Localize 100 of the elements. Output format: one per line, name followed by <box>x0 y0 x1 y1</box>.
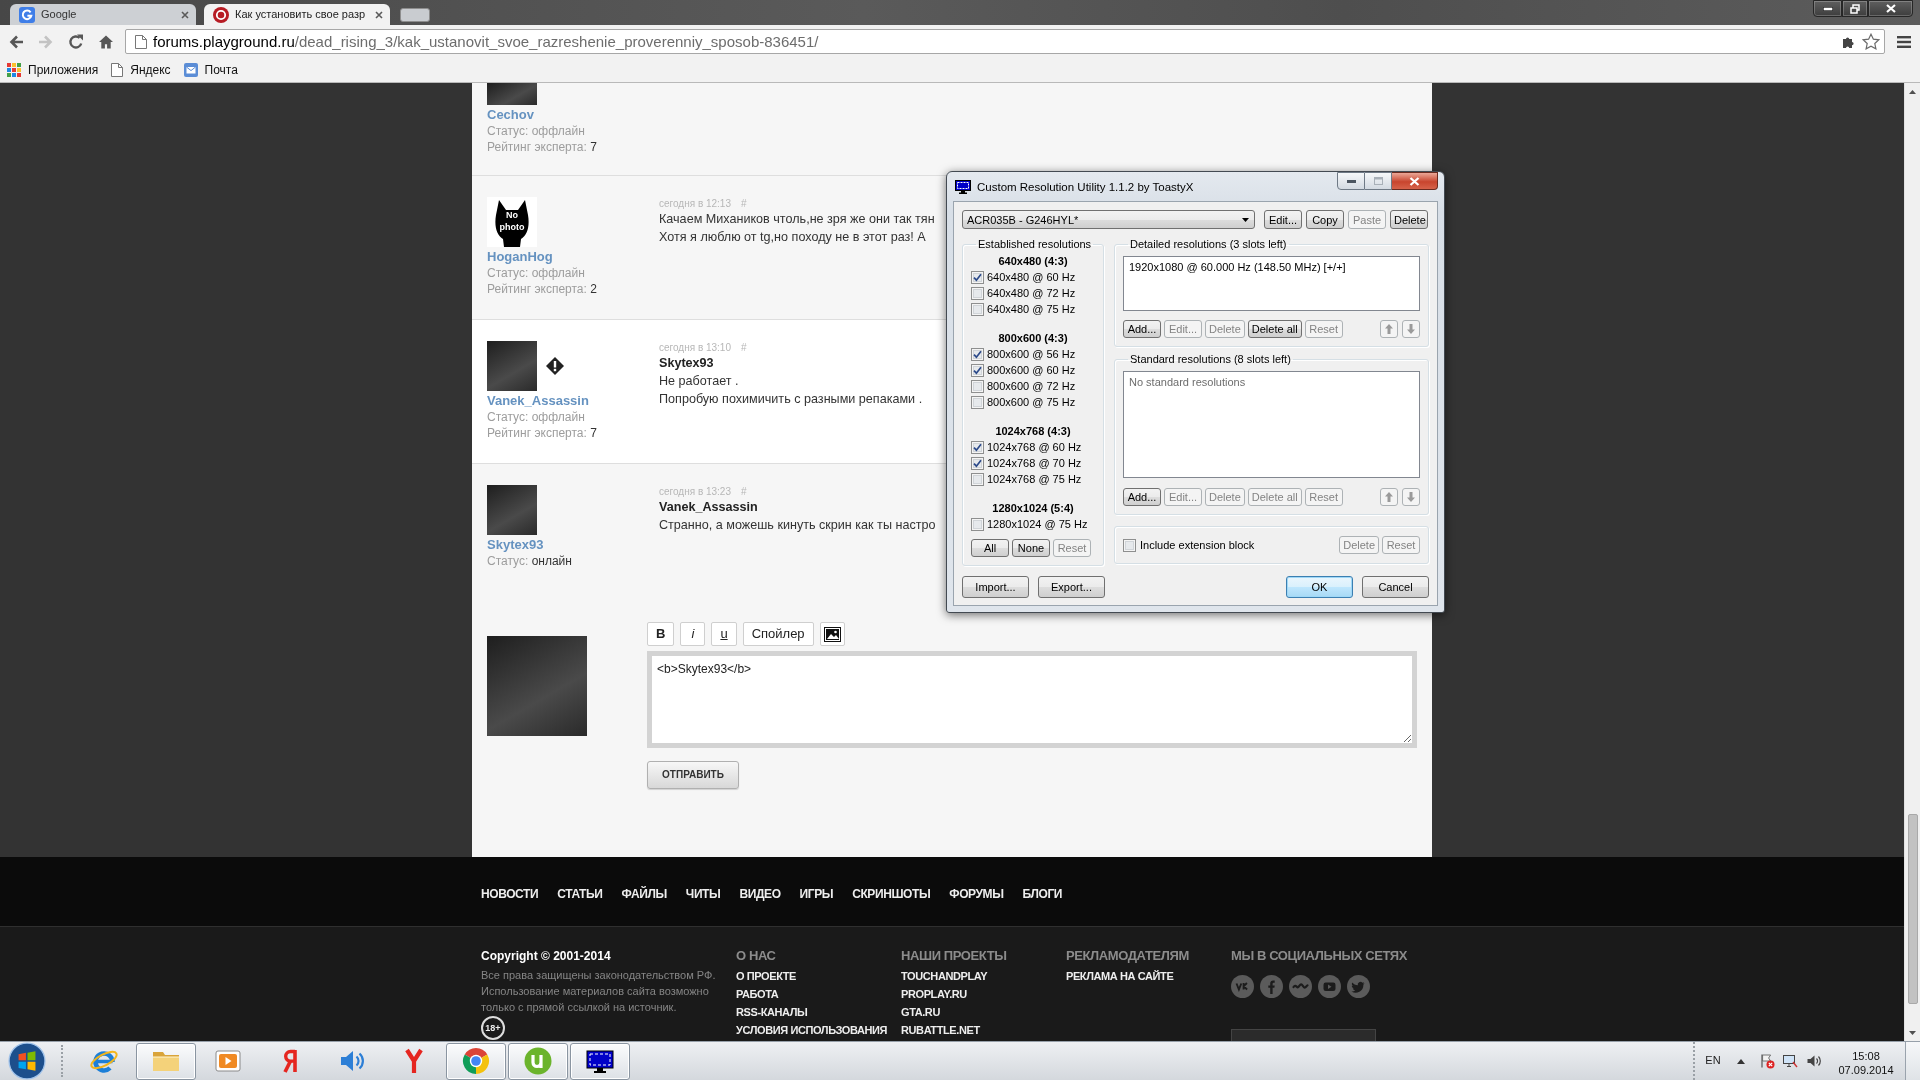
checkbox-label[interactable]: 1280x1024 @ 75 Hz <box>987 516 1088 532</box>
up-arrow-icon[interactable] <box>1737 1058 1745 1064</box>
bookmark-link[interactable]: Приложения <box>4 60 105 80</box>
star-icon[interactable] <box>1862 32 1880 51</box>
insert-image-button[interactable] <box>819 622 845 646</box>
youtube-icon[interactable] <box>1318 975 1341 998</box>
close-icon[interactable] <box>375 10 383 19</box>
close-button[interactable] <box>1868 0 1913 17</box>
puzzle-icon[interactable] <box>1842 34 1856 49</box>
message-input[interactable]: <b>Skytex93</b> <box>647 651 1417 748</box>
checkbox[interactable] <box>971 472 984 486</box>
submit-button[interactable]: ОТПРАВИТЬ <box>647 761 739 789</box>
dialog-button[interactable]: Add... <box>1123 488 1161 506</box>
dialog-button[interactable]: None <box>1012 539 1050 557</box>
address-field[interactable]: forums.playground.ru/dead_rising_3/kak_ustanovit_svoe_razreshenie_proverenniy_sposob-836451/ <box>125 29 1885 54</box>
checkbox[interactable] <box>971 517 984 531</box>
bookmark-link[interactable]: Почта <box>180 60 244 80</box>
language-indicator[interactable]: EN <box>1699 1054 1727 1068</box>
checkbox-label[interactable]: Include extension block <box>1140 537 1255 553</box>
dialog-button[interactable]: Edit... <box>1264 210 1302 229</box>
italic-button[interactable]: i <box>680 622 706 646</box>
close-icon[interactable] <box>181 10 189 19</box>
footer-nav-link[interactable]: ВИДЕО <box>739 886 781 902</box>
maximize-button[interactable] <box>1365 172 1392 190</box>
toolbar-button[interactable]: Спойлер <box>742 622 814 646</box>
bookmark-link[interactable]: Яндекс <box>108 60 177 80</box>
dialog-button[interactable]: Export... <box>1038 576 1105 598</box>
checkbox-label[interactable]: 1024x768 @ 70 Hz <box>987 455 1082 471</box>
dialog-button[interactable]: Delete <box>1390 210 1428 229</box>
footer-link[interactable]: РАБОТА <box>736 985 779 1003</box>
underline-button[interactable]: u <box>711 622 737 646</box>
checkbox[interactable] <box>971 270 984 284</box>
network-icon[interactable] <box>1782 1053 1798 1069</box>
checkbox-label[interactable]: 800x600 @ 56 Hz <box>987 346 1076 362</box>
footer-nav-link[interactable]: БЛОГИ <box>1022 886 1063 902</box>
dialog-button[interactable]: Cancel <box>1362 576 1429 598</box>
dialog-button[interactable]: Import... <box>962 576 1029 598</box>
home-icon[interactable] <box>98 33 114 50</box>
dialog-button[interactable]: Add... <box>1123 320 1161 338</box>
restore-button[interactable] <box>1842 0 1868 17</box>
vk-icon[interactable] <box>1231 975 1254 998</box>
list-item[interactable]: 1920x1080 @ 60.000 Hz (148.50 MHz) [+/+] <box>1127 259 1348 275</box>
facebook-icon[interactable] <box>1260 975 1283 998</box>
volume-icon[interactable] <box>1805 1053 1822 1069</box>
dialog-button[interactable]: Copy <box>1306 210 1344 229</box>
reload-icon[interactable] <box>68 33 84 50</box>
list-box[interactable]: 1920x1080 @ 60.000 Hz (148.50 MHz) [+/+] <box>1123 256 1420 311</box>
checkbox[interactable] <box>1123 538 1136 552</box>
u-logo-icon[interactable] <box>522 1045 554 1077</box>
checkbox[interactable] <box>971 302 984 316</box>
bold-button[interactable]: B <box>647 622 675 646</box>
checkbox[interactable] <box>971 379 984 393</box>
chrome-icon[interactable] <box>460 1045 492 1077</box>
wave-icon[interactable] <box>1289 975 1312 998</box>
footer-link[interactable]: РЕКЛАМА НА САЙТЕ <box>1066 967 1174 985</box>
browser-tab[interactable]: Как установить свое разр <box>204 4 390 25</box>
clock-date[interactable]: 07.09.2014 <box>1838 1063 1894 1077</box>
checkbox-label[interactable]: 640x480 @ 72 Hz <box>987 285 1076 301</box>
footer-nav-link[interactable]: ФАЙЛЫ <box>621 886 667 902</box>
checkbox[interactable] <box>971 286 984 300</box>
browser-tab[interactable]: Google <box>10 4 196 25</box>
new-tab-button[interactable] <box>400 8 430 22</box>
list-box[interactable]: No standard resolutions <box>1123 371 1420 478</box>
footer-nav-link[interactable]: СКРИНШОТЫ <box>852 886 931 902</box>
down-arrow-icon[interactable] <box>1909 1030 1916 1035</box>
footer-nav-link[interactable]: ЧИТЫ <box>685 886 721 902</box>
checkbox[interactable] <box>971 363 984 377</box>
checkbox-label[interactable]: 640x480 @ 60 Hz <box>987 269 1076 285</box>
checkbox[interactable] <box>971 347 984 361</box>
checkbox-label[interactable]: 640x480 @ 75 Hz <box>987 301 1076 317</box>
show-desktop-button[interactable] <box>1905 1042 1920 1080</box>
checkbox[interactable] <box>971 440 984 454</box>
footer-link[interactable]: PROPLAY.RU <box>901 985 967 1003</box>
footer-link[interactable]: RSS-КАНАЛЫ <box>736 1003 808 1021</box>
footer-nav-link[interactable]: НОВОСТИ <box>481 886 539 902</box>
checkbox-label[interactable]: 800x600 @ 72 Hz <box>987 378 1076 394</box>
back-icon[interactable] <box>8 33 24 50</box>
minimize-button[interactable] <box>1337 172 1365 190</box>
scrollbar-thumb[interactable] <box>1907 814 1918 1004</box>
footer-link[interactable]: УСЛОВИЯ ИСПОЛЬЗОВАНИЯ <box>736 1021 887 1039</box>
up-arrow-icon[interactable] <box>1909 89 1916 94</box>
checkbox-label[interactable]: 1024x768 @ 75 Hz <box>987 471 1082 487</box>
footer-link[interactable]: О ПРОЕКТЕ <box>736 967 797 985</box>
dialog-button[interactable]: All <box>971 539 1009 557</box>
checkbox-label[interactable]: 1024x768 @ 60 Hz <box>987 439 1082 455</box>
footer-link[interactable]: GTA.RU <box>901 1003 940 1021</box>
footer-nav-link[interactable]: ФОРУМЫ <box>949 886 1004 902</box>
checkbox-label[interactable]: 800x600 @ 75 Hz <box>987 394 1076 410</box>
flag-icon[interactable] <box>1758 1053 1775 1069</box>
close-button[interactable] <box>1392 172 1438 190</box>
checkbox[interactable] <box>971 456 984 470</box>
menu-icon[interactable] <box>1897 35 1911 48</box>
dialog-button[interactable]: Delete all <box>1247 320 1302 338</box>
checkbox[interactable] <box>971 395 984 409</box>
clock-time[interactable]: 15:08 <box>1852 1049 1880 1063</box>
minimize-button[interactable] <box>1813 0 1842 17</box>
start-orb-icon[interactable] <box>8 1042 46 1080</box>
footer-link[interactable]: RUBATTLE.NET <box>901 1021 980 1039</box>
footer-link[interactable]: TOUCHANDPLAY <box>901 967 988 985</box>
taskbar-button[interactable] <box>570 1042 630 1080</box>
